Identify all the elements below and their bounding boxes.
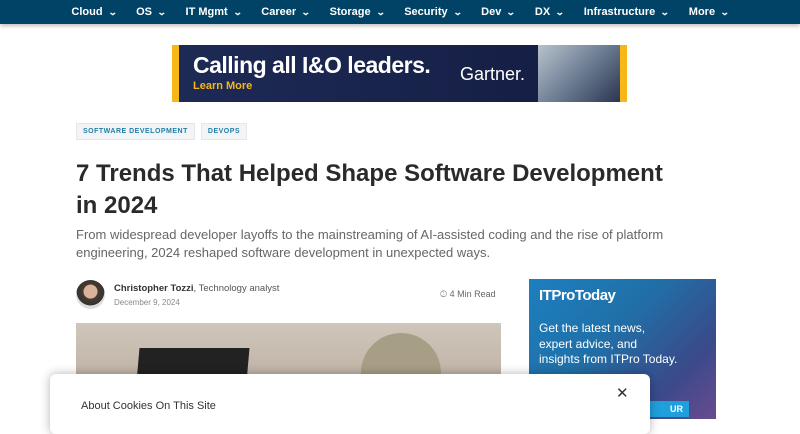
- tag-software-development[interactable]: SOFTWARE DEVELOPMENT: [76, 123, 195, 140]
- chevron-down-icon: ⌄: [300, 6, 311, 17]
- chevron-down-icon: ⌄: [107, 6, 118, 17]
- tag-devops[interactable]: DEVOPS: [200, 123, 248, 140]
- nav-cloud[interactable]: Cloud ⌄: [71, 6, 118, 18]
- cookie-dialog: About Cookies On This Site ✕: [50, 374, 650, 434]
- top-nav: Cloud ⌄ OS ⌄ IT Mgmt ⌄ Career ⌄ Storage ⌄ Sec…: [0, 0, 800, 24]
- nav-label: Security: [404, 6, 448, 18]
- gartner-banner-ad[interactable]: Calling all I&O leaders. Learn More Gart…: [172, 45, 627, 102]
- chevron-down-icon: ⌄: [375, 6, 386, 17]
- itpro-logo: ITProToday: [539, 287, 616, 304]
- nav-dx[interactable]: DX ⌄: [534, 6, 565, 18]
- gartner-logo: Gartner.: [460, 64, 526, 84]
- nav-career[interactable]: Career ⌄: [261, 6, 311, 18]
- nav-label: IT Mgmt: [185, 6, 228, 18]
- author-name[interactable]: Christopher Tozzi: [114, 283, 194, 294]
- nav-it-mgmt[interactable]: IT Mgmt ⌄: [185, 6, 243, 18]
- nav-os[interactable]: OS ⌄: [136, 6, 167, 18]
- chevron-down-icon: ⌄: [555, 6, 565, 17]
- nav-more[interactable]: More ⌄: [688, 6, 730, 18]
- chevron-down-icon: ⌄: [506, 6, 517, 17]
- chevron-down-icon: ⌄: [156, 6, 167, 17]
- nav-label: OS: [136, 6, 152, 18]
- nav-dev[interactable]: Dev ⌄: [481, 6, 517, 18]
- chevron-down-icon: ⌄: [660, 6, 670, 17]
- article-title: 7 Trends That Helped Shape Software Deve…: [76, 160, 663, 219]
- ad-learn-more[interactable]: Learn More: [193, 80, 252, 92]
- nav-label: Dev: [481, 6, 502, 18]
- nav-security[interactable]: Security ⌄: [404, 6, 463, 18]
- chevron-down-icon: ⌄: [452, 6, 463, 17]
- author-avatar: [76, 280, 105, 309]
- ad-headline: Calling all I&O leaders.: [193, 52, 431, 78]
- read-time: 🕓︎ 4 Min Read: [440, 289, 496, 300]
- cookie-title: About Cookies On This Site: [81, 400, 216, 412]
- read-time-label: 4 Min Read: [449, 289, 496, 299]
- nav-label: Infrastructure: [583, 6, 656, 18]
- author-role: , Technology analyst: [193, 283, 280, 294]
- article-dek: From widespread developer layoffs to the…: [76, 227, 664, 260]
- article-tags: SOFTWARE DEVELOPMENT DEVOPS: [76, 123, 248, 140]
- chevron-down-icon: ⌄: [232, 6, 243, 17]
- nav-label: Storage: [329, 6, 371, 18]
- nav-storage[interactable]: Storage ⌄: [329, 6, 386, 18]
- nav-label: Career: [261, 6, 297, 18]
- side-ad-text: Get the latest news, expert advice, and …: [539, 321, 678, 366]
- nav-label: DX: [534, 6, 551, 18]
- publish-date: December 9, 2024: [114, 298, 180, 307]
- nav-label: More: [688, 6, 716, 18]
- ad-photo: [538, 45, 620, 102]
- clock-icon: 🕓︎: [440, 289, 448, 299]
- chevron-down-icon: ⌄: [719, 6, 730, 17]
- nav-label: Cloud: [71, 6, 103, 18]
- author-line: Christopher Tozzi, Technology analyst: [114, 283, 279, 294]
- nav-infrastructure[interactable]: Infrastructure ⌄: [583, 6, 670, 18]
- close-icon[interactable]: ✕: [616, 384, 629, 402]
